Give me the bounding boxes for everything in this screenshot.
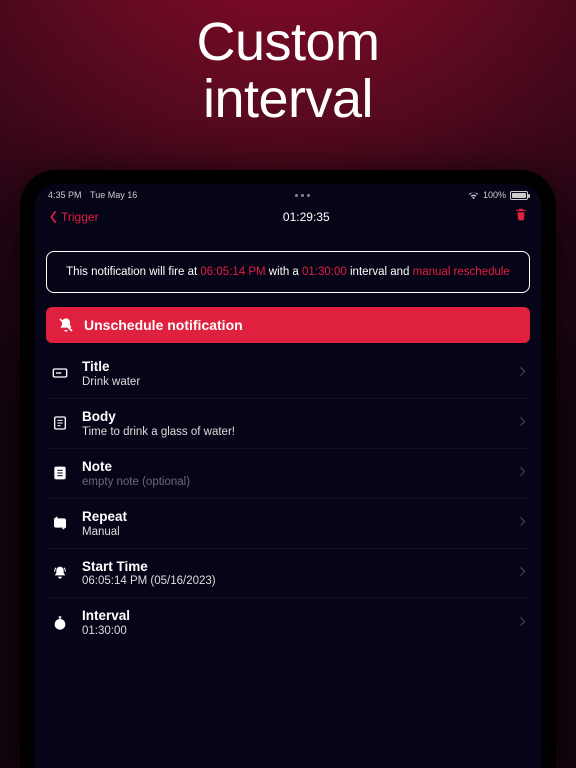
bell-slash-icon [58, 317, 74, 333]
title-icon [50, 365, 70, 381]
row-start-time-label: Start Time [82, 559, 507, 576]
chevron-right-icon [519, 366, 526, 380]
battery-icon [510, 191, 528, 200]
row-title[interactable]: Title Drink water [46, 349, 530, 399]
row-title-label: Title [82, 359, 507, 376]
body-icon [50, 415, 70, 431]
chevron-left-icon [48, 210, 59, 224]
info-box: This notification will fire at 06:05:14 … [46, 251, 530, 293]
battery-percent: 100% [483, 190, 506, 200]
back-label: Trigger [61, 210, 99, 224]
row-note-label: Note [82, 459, 507, 476]
hero-line-1: Custom [0, 14, 576, 71]
info-mode: manual reschedule [413, 266, 510, 278]
settings-list: Title Drink water Body Time to drink a g… [46, 349, 530, 647]
wifi-icon [468, 191, 479, 199]
row-body[interactable]: Body Time to drink a glass of water! [46, 399, 530, 449]
info-fire-time: 06:05:14 PM [200, 266, 265, 278]
chevron-right-icon [519, 516, 526, 530]
unschedule-button[interactable]: Unschedule notification [46, 307, 530, 343]
note-icon [50, 465, 70, 481]
status-time: 4:35 PM Tue May 16 [48, 190, 137, 200]
chevron-right-icon [519, 416, 526, 430]
repeat-icon [50, 515, 70, 531]
delete-button[interactable] [514, 206, 528, 227]
info-text-2: with a [266, 266, 302, 278]
row-interval-value: 01:30:00 [82, 625, 507, 637]
hero-title: Custom interval [0, 0, 576, 132]
info-text-1: This notification will fire at [66, 266, 200, 278]
row-repeat[interactable]: Repeat Manual [46, 499, 530, 549]
info-text-3: interval and [347, 266, 413, 278]
row-start-time[interactable]: Start Time 06:05:14 PM (05/16/2023) [46, 549, 530, 599]
info-interval: 01:30:00 [302, 266, 347, 278]
status-clock: 4:35 PM [48, 190, 82, 200]
status-bar: 4:35 PM Tue May 16 100% [34, 184, 542, 204]
row-repeat-label: Repeat [82, 509, 507, 526]
row-interval-label: Interval [82, 608, 507, 625]
chevron-right-icon [519, 616, 526, 630]
bell-icon [50, 565, 70, 581]
stopwatch-icon [50, 615, 70, 631]
status-center-dots [295, 194, 310, 197]
hero-line-2: interval [0, 71, 576, 128]
nav-title: 01:29:35 [283, 210, 330, 224]
tablet-frame: 4:35 PM Tue May 16 100% Trigger 01:29:35 [20, 170, 556, 768]
app-screen: 4:35 PM Tue May 16 100% Trigger 01:29:35 [34, 184, 542, 768]
chevron-right-icon [519, 566, 526, 580]
row-title-value: Drink water [82, 376, 507, 388]
row-body-value: Time to drink a glass of water! [82, 426, 507, 438]
nav-bar: Trigger 01:29:35 [34, 204, 542, 237]
row-note[interactable]: Note empty note (optional) [46, 449, 530, 499]
back-button[interactable]: Trigger [48, 210, 99, 224]
row-start-time-value: 06:05:14 PM (05/16/2023) [82, 575, 507, 587]
chevron-right-icon [519, 466, 526, 480]
row-interval[interactable]: Interval 01:30:00 [46, 598, 530, 647]
row-repeat-value: Manual [82, 526, 507, 538]
unschedule-label: Unschedule notification [84, 317, 243, 333]
row-note-placeholder: empty note (optional) [82, 476, 507, 488]
status-date: Tue May 16 [90, 190, 137, 200]
trash-icon [514, 206, 528, 222]
row-body-label: Body [82, 409, 507, 426]
status-right: 100% [468, 190, 528, 200]
